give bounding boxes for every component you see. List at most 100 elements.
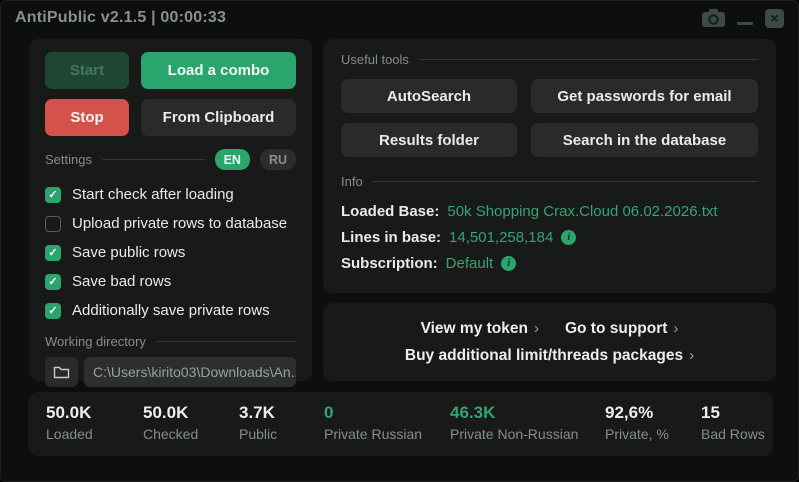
lines-in-base-label: Lines in base: bbox=[341, 229, 441, 246]
stat-value: 46.3K bbox=[450, 403, 578, 423]
checkbox-checked-icon[interactable]: ✓ bbox=[45, 187, 61, 203]
control-panel: Start Load a combo Stop From Clipboard S… bbox=[29, 39, 312, 381]
link-label: Buy additional limit/threads packages bbox=[405, 347, 683, 365]
checkbox-checked-icon[interactable]: ✓ bbox=[45, 303, 61, 319]
go-to-support-link[interactable]: Go to support › bbox=[565, 320, 678, 338]
stat-label: Private Non-Russian bbox=[450, 426, 578, 442]
window-title: AntiPublic v2.1.5 | 00:00:33 bbox=[15, 9, 226, 27]
useful-tools-header: Useful tools bbox=[341, 52, 758, 67]
start-button[interactable]: Start bbox=[45, 52, 129, 89]
checkbox-start-check-after-loading[interactable]: ✓ Start check after loading bbox=[45, 180, 296, 209]
settings-header: Settings EN RU bbox=[45, 149, 296, 170]
info-header: Info bbox=[341, 174, 758, 189]
check-icon: ✓ bbox=[48, 246, 57, 259]
info-icon[interactable]: i bbox=[501, 256, 516, 271]
divider bbox=[156, 341, 296, 342]
stat-value: 92,6% bbox=[605, 403, 669, 423]
language-toggle-ru[interactable]: RU bbox=[260, 149, 296, 170]
subscription-row: Subscription: Default i bbox=[341, 250, 758, 276]
loaded-base-row: Loaded Base: 50k Shopping Crax.Cloud 06.… bbox=[341, 198, 758, 224]
buy-packages-link[interactable]: Buy additional limit/threads packages › bbox=[405, 347, 694, 365]
stat-value: 3.7K bbox=[239, 403, 277, 423]
chevron-right-icon: › bbox=[534, 320, 539, 337]
checkbox-label: Additionally save private rows bbox=[72, 302, 270, 319]
subscription-value: Default bbox=[446, 255, 494, 272]
stat-value: 0 bbox=[324, 403, 422, 423]
checkbox-additionally-save-private-rows[interactable]: ✓ Additionally save private rows bbox=[45, 296, 296, 325]
stat-label: Private Russian bbox=[324, 426, 422, 442]
link-label: View my token bbox=[421, 320, 528, 338]
useful-tools-label: Useful tools bbox=[341, 52, 409, 67]
stat-value: 50.0K bbox=[46, 403, 93, 423]
loaded-base-label: Loaded Base: bbox=[341, 203, 439, 220]
tools-info-panel: Useful tools AutoSearch Get passwords fo… bbox=[323, 39, 776, 293]
close-icon[interactable]: × bbox=[765, 9, 784, 28]
check-icon: ✓ bbox=[48, 188, 57, 201]
checkbox-upload-private-rows[interactable]: Upload private rows to database bbox=[45, 209, 296, 238]
info-rows: Loaded Base: 50k Shopping Crax.Cloud 06.… bbox=[341, 198, 758, 276]
stat-loaded: 50.0K Loaded bbox=[46, 403, 93, 442]
links-row-bottom: Buy additional limit/threads packages › bbox=[405, 347, 694, 365]
stat-checked: 50.0K Checked bbox=[143, 403, 198, 442]
divider bbox=[419, 59, 758, 60]
working-directory-header: Working directory bbox=[45, 334, 296, 349]
autosearch-button[interactable]: AutoSearch bbox=[341, 79, 517, 113]
titlebar: AntiPublic v2.1.5 | 00:00:33 × bbox=[1, 1, 798, 35]
stop-button[interactable]: Stop bbox=[45, 99, 129, 136]
search-in-database-button[interactable]: Search in the database bbox=[531, 123, 758, 157]
links-panel: View my token › Go to support › Buy addi… bbox=[323, 303, 776, 381]
info-icon[interactable]: i bbox=[561, 230, 576, 245]
working-directory-row: C:\Users\kirito03\Downloads\An... bbox=[45, 357, 296, 387]
working-directory-label: Working directory bbox=[45, 334, 146, 349]
stat-label: Bad Rows bbox=[701, 426, 765, 442]
stat-value: 50.0K bbox=[143, 403, 198, 423]
stat-label: Checked bbox=[143, 426, 198, 442]
results-folder-button[interactable]: Results folder bbox=[341, 123, 517, 157]
subscription-label: Subscription: bbox=[341, 255, 438, 272]
action-buttons: Start Load a combo Stop From Clipboard bbox=[45, 52, 296, 136]
working-directory-path-input[interactable]: C:\Users\kirito03\Downloads\An... bbox=[84, 357, 296, 387]
checkbox-save-public-rows[interactable]: ✓ Save public rows bbox=[45, 238, 296, 267]
stat-value: 15 bbox=[701, 403, 765, 423]
app-window: AntiPublic v2.1.5 | 00:00:33 × Start Loa… bbox=[0, 0, 799, 482]
from-clipboard-button[interactable]: From Clipboard bbox=[141, 99, 296, 136]
language-toggle-en[interactable]: EN bbox=[215, 149, 250, 170]
link-label: Go to support bbox=[565, 320, 667, 338]
folder-icon[interactable] bbox=[45, 357, 78, 387]
check-icon: ✓ bbox=[48, 275, 57, 288]
checkbox-label: Save bad rows bbox=[72, 273, 171, 290]
useful-tools-buttons: AutoSearch Get passwords for email Resul… bbox=[341, 79, 758, 157]
checkbox-label: Upload private rows to database bbox=[72, 215, 287, 232]
checkbox-checked-icon[interactable]: ✓ bbox=[45, 274, 61, 290]
lines-in-base-row: Lines in base: 14,501,258,184 i bbox=[341, 224, 758, 250]
divider bbox=[102, 159, 205, 160]
links-row-top: View my token › Go to support › bbox=[421, 320, 679, 338]
divider bbox=[373, 181, 758, 182]
info-label: Info bbox=[341, 174, 363, 189]
chevron-right-icon: › bbox=[689, 347, 694, 364]
stat-label: Private, % bbox=[605, 426, 669, 442]
minimize-icon[interactable] bbox=[737, 22, 753, 25]
window-controls: × bbox=[702, 9, 784, 28]
stat-label: Loaded bbox=[46, 426, 93, 442]
settings-checkboxes: ✓ Start check after loading Upload priva… bbox=[45, 180, 296, 325]
get-passwords-for-email-button[interactable]: Get passwords for email bbox=[531, 79, 758, 113]
stat-private-russian: 0 Private Russian bbox=[324, 403, 422, 442]
checkbox-label: Start check after loading bbox=[72, 186, 234, 203]
view-my-token-link[interactable]: View my token › bbox=[421, 320, 539, 338]
chevron-right-icon: › bbox=[673, 320, 678, 337]
screenshot-camera-icon[interactable] bbox=[702, 9, 725, 27]
checkbox-unchecked-icon[interactable] bbox=[45, 216, 61, 232]
stat-label: Public bbox=[239, 426, 277, 442]
load-combo-button[interactable]: Load a combo bbox=[141, 52, 296, 89]
stat-public: 3.7K Public bbox=[239, 403, 277, 442]
lines-in-base-value: 14,501,258,184 bbox=[449, 229, 553, 246]
settings-label: Settings bbox=[45, 152, 92, 167]
checkbox-save-bad-rows[interactable]: ✓ Save bad rows bbox=[45, 267, 296, 296]
checkbox-label: Save public rows bbox=[72, 244, 185, 261]
checkbox-checked-icon[interactable]: ✓ bbox=[45, 245, 61, 261]
loaded-base-value: 50k Shopping Crax.Cloud 06.02.2026.txt bbox=[447, 203, 717, 220]
check-icon: ✓ bbox=[48, 304, 57, 317]
stat-private-percent: 92,6% Private, % bbox=[605, 403, 669, 442]
stat-bad-rows: 15 Bad Rows bbox=[701, 403, 765, 442]
